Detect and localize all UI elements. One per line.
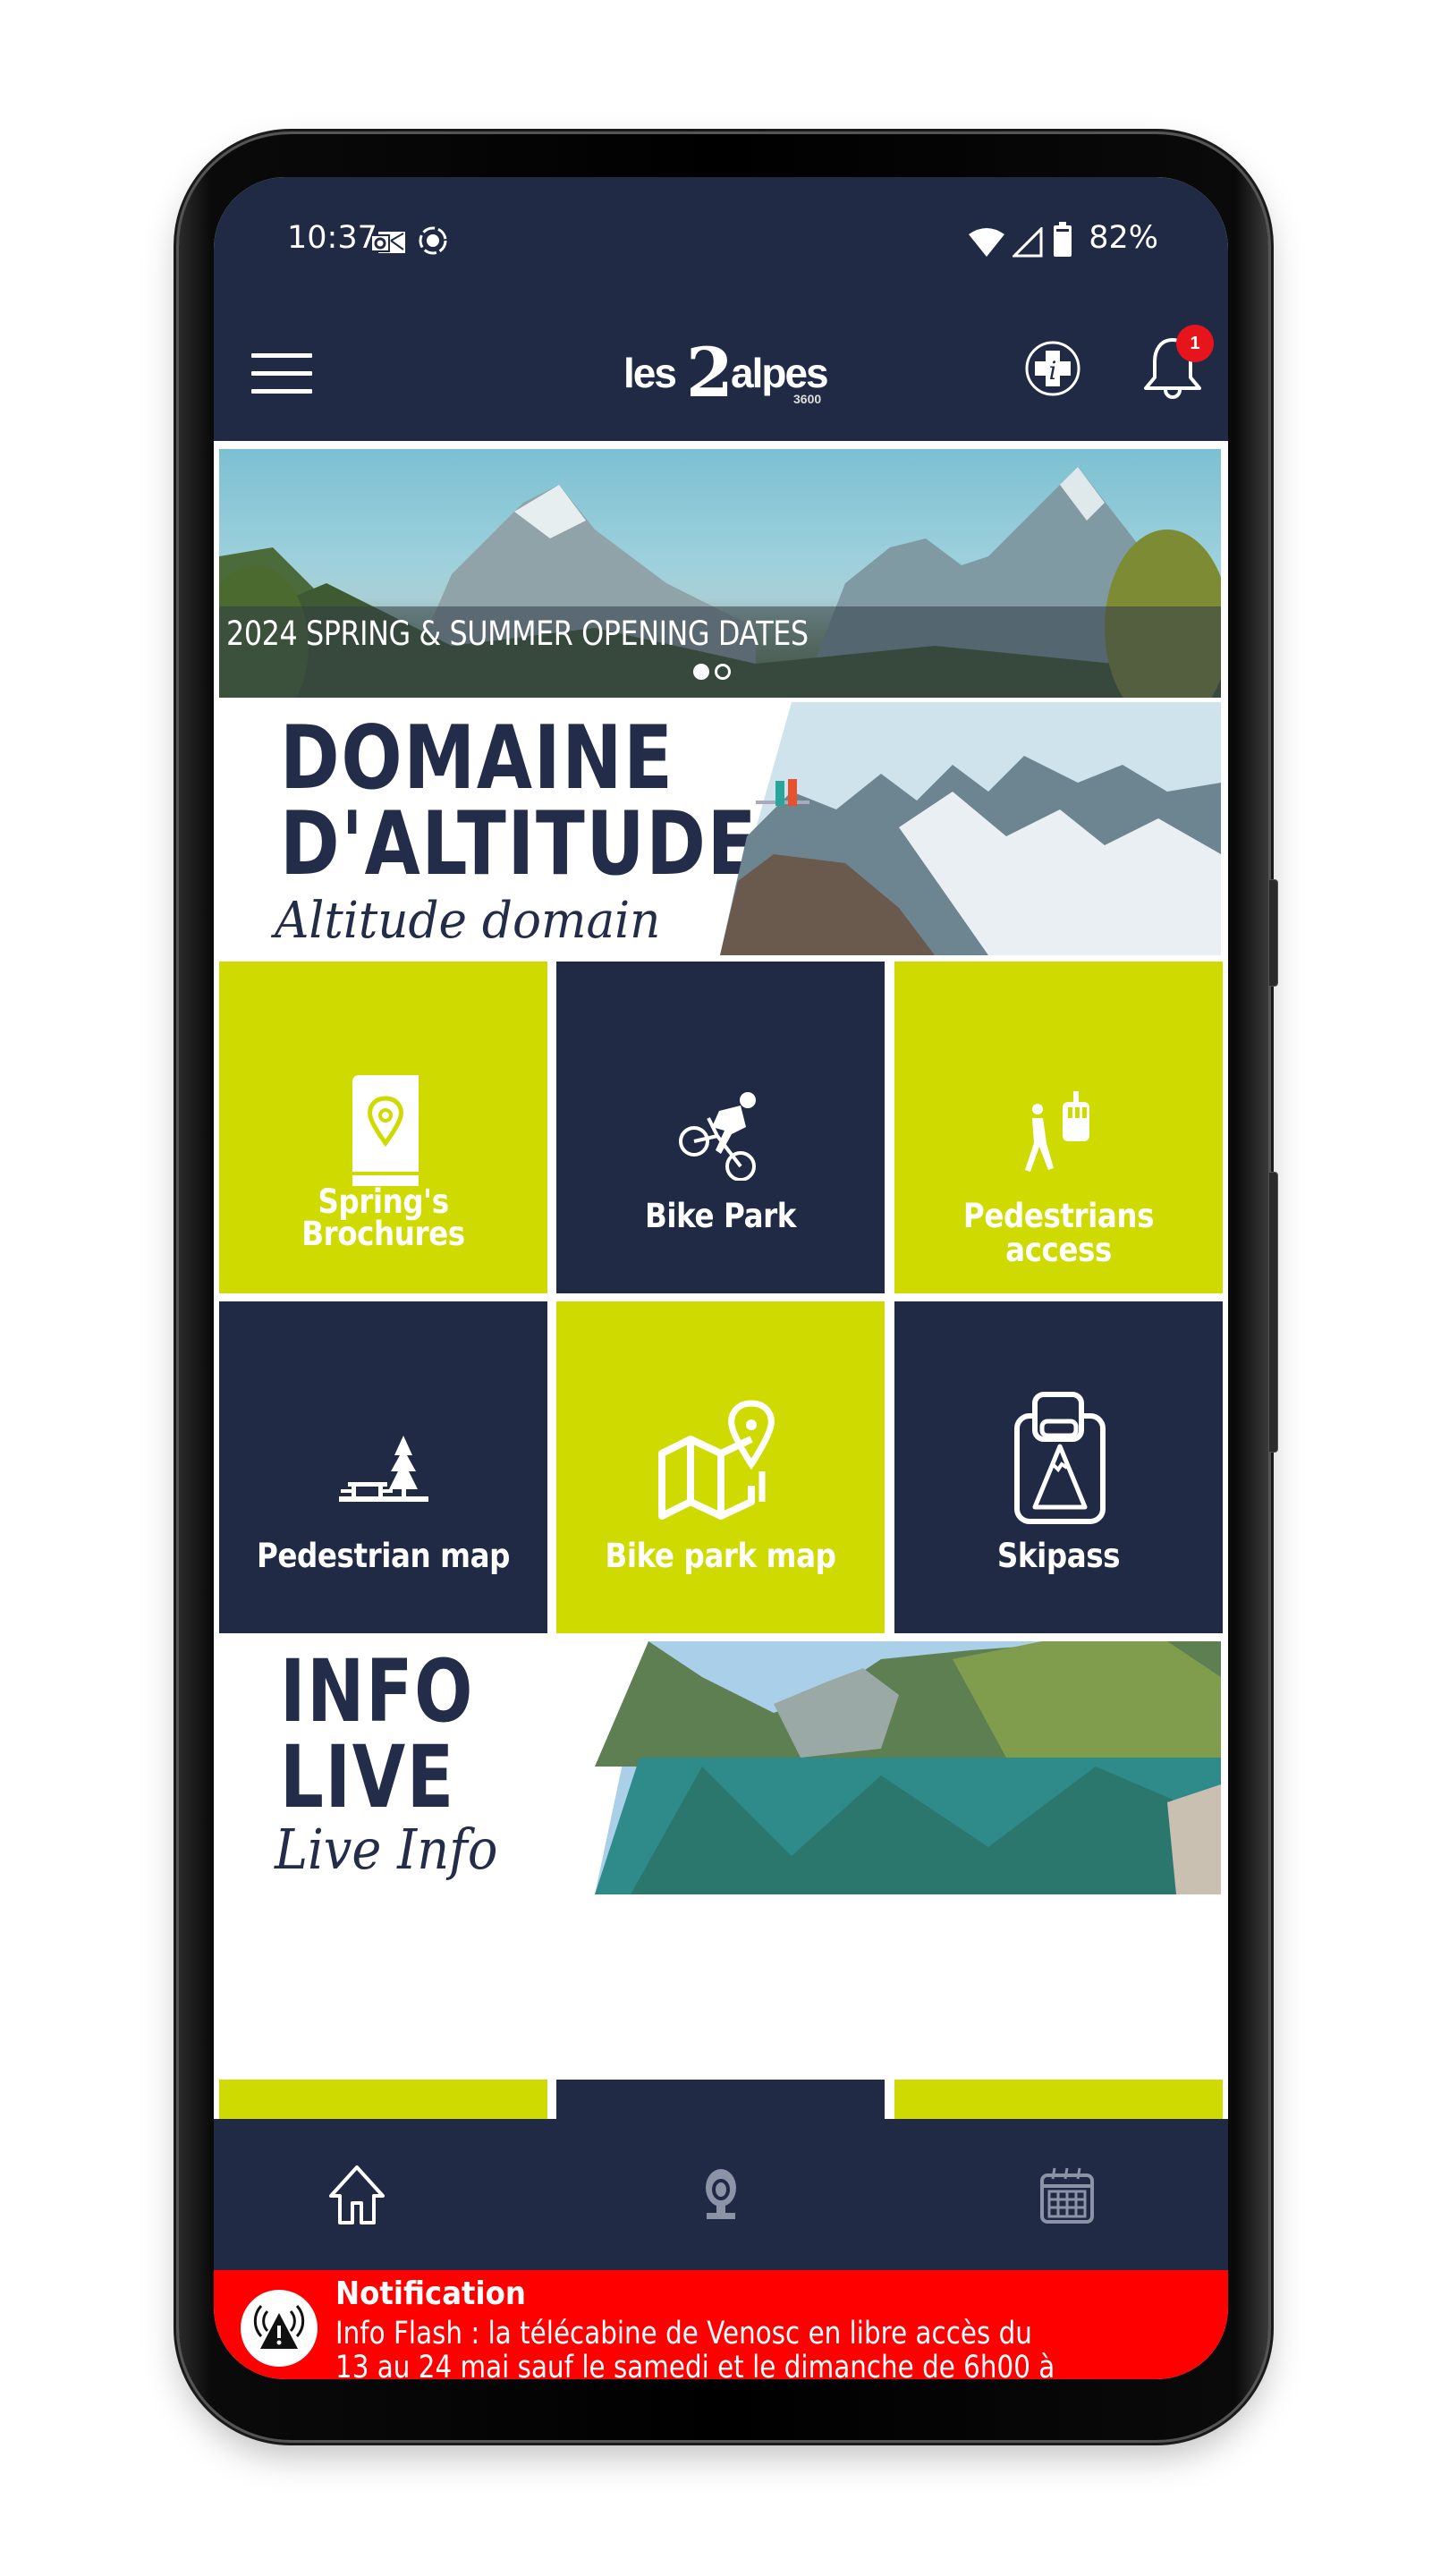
map-pin-icon	[556, 1301, 885, 1534]
bottom-navigation	[214, 2119, 1228, 2270]
screen-record-icon	[418, 225, 448, 264]
webcam-icon	[706, 2169, 736, 2219]
tile-label: Bike park map	[605, 1537, 836, 1575]
calendar-icon	[1040, 2167, 1094, 2224]
section-title-line2: LIVE	[280, 1727, 455, 1827]
status-time: 10:37	[287, 220, 377, 256]
tile-label: Skipass	[996, 1537, 1121, 1575]
phone-screen: 10:37 82% les 2 alpes 3600 i 1 2024 SPRI…	[214, 177, 1228, 2379]
notification-line: Info Flash : la télécabine de Venosc en …	[335, 2316, 1032, 2351]
mountain-lake-image	[595, 1641, 1221, 1894]
tile-label: Pedestrian map	[256, 1537, 511, 1575]
logo-numeral: 2	[686, 333, 733, 412]
notification-message: Info Flash : la télécabine de Venosc en …	[335, 2317, 1162, 2379]
live-info-banner[interactable]: INFO LIVE Live Info	[219, 1641, 1221, 1894]
nav-home[interactable]	[317, 2155, 397, 2235]
tile-skipass[interactable]: Skipass	[894, 1301, 1223, 1633]
altitude-domain-banner[interactable]: DOMAINE D'ALTITUDE Altitude domain	[219, 702, 1221, 955]
mountain-biker-icon	[556, 962, 885, 1194]
tile-springs-brochures[interactable]: Spring's Brochures	[219, 962, 547, 1293]
tile-label: Pedestrians access	[962, 1197, 1155, 1269]
notification-title: Notification	[335, 2275, 526, 2312]
brochure-location-icon	[219, 962, 547, 1194]
tile-bike-park[interactable]: Bike Park	[556, 962, 885, 1293]
les-2-alpes-logo: les 2 alpes 3600	[616, 333, 831, 412]
logo-altitude: 3600	[793, 392, 822, 406]
battery-icon	[1053, 222, 1072, 266]
volume-button	[1268, 879, 1278, 987]
notification-line: 13 au 24 mai sauf le samedi et le dimanc…	[335, 2350, 1055, 2379]
carousel-dot[interactable]	[715, 664, 731, 680]
tile-pedestrian-map[interactable]: Pedestrian map	[219, 1301, 547, 1633]
cell-signal-icon	[1011, 225, 1043, 266]
svg-text:i: i	[1049, 356, 1057, 386]
home-content: 2024 SPRING & SUMMER OPENING DATES DOMAI…	[214, 441, 1228, 2298]
tile-pedestrians-access[interactable]: Pedestrians access	[894, 962, 1223, 1293]
power-button	[1268, 1172, 1278, 1453]
tile-label: Brochures	[301, 1215, 465, 1253]
section-title-line1: DOMAINE	[280, 708, 674, 809]
alert-broadcast-icon	[241, 2290, 318, 2367]
mountain-viewpoint-image	[720, 702, 1221, 955]
notification-badge: 1	[1176, 325, 1214, 362]
wifi-icon	[968, 227, 1005, 266]
carousel-dot-active[interactable]	[693, 664, 709, 680]
notification-banner[interactable]: Notification Info Flash : la télécabine …	[214, 2270, 1228, 2379]
outlook-icon	[370, 227, 407, 265]
tree-bench-icon	[219, 1301, 547, 1534]
section-title-line1: INFO	[280, 1641, 474, 1741]
tile-label: Bike Park	[645, 1197, 796, 1235]
hamburger-menu-icon[interactable]	[251, 352, 312, 396]
tile-bike-park-map[interactable]: Bike park map	[556, 1301, 885, 1633]
hero-carousel[interactable]: 2024 SPRING & SUMMER OPENING DATES	[219, 449, 1221, 698]
nav-calendar[interactable]	[1027, 2155, 1107, 2235]
app-header: 10:37 82% les 2 alpes 3600 i 1	[214, 177, 1228, 441]
hero-caption: 2024 SPRING & SUMMER OPENING DATES	[226, 614, 809, 653]
logo-name: alpes	[731, 350, 829, 396]
home-icon	[329, 2165, 385, 2224]
carousel-indicator	[693, 664, 736, 684]
skipass-card-icon	[894, 1301, 1223, 1534]
section-subtitle: Live Info	[275, 1817, 498, 1882]
section-title-line2: D'ALTITUDE	[280, 793, 758, 895]
status-bar: 10:37 82%	[214, 220, 1228, 265]
section-subtitle: Altitude domain	[275, 892, 661, 950]
battery-percent: 82%	[1089, 220, 1158, 256]
logo-prefix: les	[623, 350, 677, 396]
nav-webcam[interactable]	[681, 2155, 761, 2235]
pedestrian-gondola-icon	[894, 962, 1223, 1194]
medical-info-icon[interactable]: i	[1024, 340, 1081, 397]
